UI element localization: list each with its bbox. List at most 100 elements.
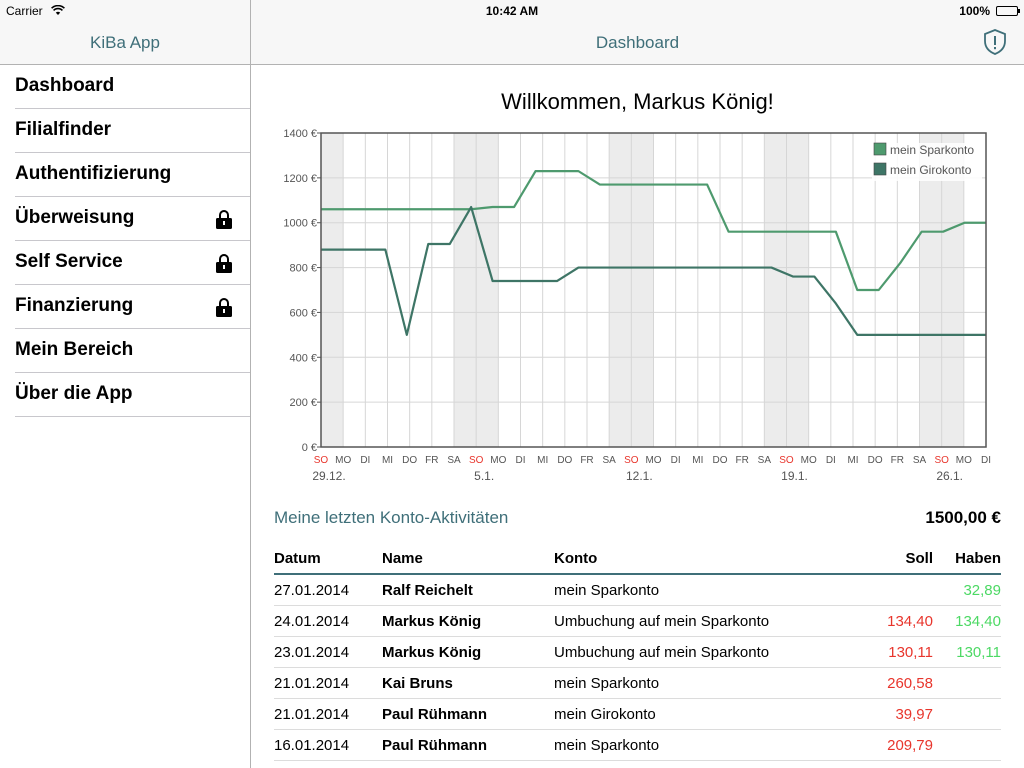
y-tick-label: 0 € — [302, 442, 317, 454]
balance-chart: 0 € 200 € 400 € 600 € 800 € 1000 € 1200 € 1400 … — [283, 128, 991, 483]
shield-alert-icon[interactable] — [982, 28, 1008, 56]
sidebar-item-label: Self Service — [15, 251, 123, 272]
x-date-label: 29.12. — [312, 469, 345, 483]
y-tick-label: 1000 € — [283, 218, 317, 230]
cell-name: Markus König — [382, 644, 482, 661]
sidebar-navbar: KiBa App — [0, 22, 250, 65]
x-day-label: SA — [447, 455, 461, 466]
sidebar-item-label: Authentifizierung — [15, 163, 172, 184]
x-day-label: DI — [516, 455, 526, 466]
x-day-label: MO — [335, 455, 351, 466]
y-tick-label: 1200 € — [283, 173, 317, 185]
cell-debit: 260,58 — [887, 675, 933, 692]
sidebar-item[interactable]: Überweisung — [15, 197, 250, 241]
column-header-credit[interactable]: Haben — [955, 550, 1001, 567]
table-row[interactable]: 21.01.2014 Kai Bruns mein Sparkonto 260,58 — [274, 668, 1001, 699]
x-day-label: DI — [826, 455, 836, 466]
x-day-label: DO — [402, 455, 417, 466]
legend-label: mein Sparkonto — [890, 143, 974, 157]
sidebar-item-label: Mein Bereich — [15, 339, 134, 360]
x-day-label: SO — [624, 455, 639, 466]
cell-debit: 209,79 — [887, 737, 933, 754]
cell-date: 24.01.2014 — [274, 613, 350, 630]
cell-account: mein Girokonto — [554, 706, 656, 723]
x-date-label: 5.1. — [474, 469, 494, 483]
column-header-date[interactable]: Datum — [274, 550, 321, 567]
x-day-label: FR — [735, 455, 748, 466]
cell-debit: 134,40 — [887, 613, 933, 630]
activities-title: Meine letzten Konto-Aktivitäten — [274, 508, 509, 527]
app-title: KiBa App — [90, 33, 160, 52]
y-tick-label: 800 € — [289, 263, 317, 275]
sidebar-item-label: Über die App — [15, 383, 133, 404]
x-day-label: MI — [692, 455, 703, 466]
x-day-label: SO — [314, 455, 329, 466]
cell-name: Ralf Reichelt — [382, 582, 473, 599]
cell-account: mein Sparkonto — [554, 582, 660, 599]
battery-percent: 100% — [959, 4, 990, 18]
activities-table: Datum Name Konto Soll Haben 27.01.2014 Ra… — [274, 543, 1001, 761]
column-header-debit[interactable]: Soll — [905, 550, 933, 567]
x-day-label: SA — [602, 455, 616, 466]
y-tick-label: 400 € — [289, 352, 317, 364]
table-row[interactable]: 27.01.2014 Ralf Reichelt mein Sparkonto 32,… — [274, 575, 1001, 606]
sidebar-item[interactable]: Dashboard — [15, 65, 250, 109]
sidebar-item[interactable]: Authentifizierung — [15, 153, 250, 197]
cell-credit: 130,11 — [956, 644, 1001, 661]
table-row[interactable]: 24.01.2014 Markus König Umbuchung auf mein… — [274, 606, 1001, 637]
cell-date: 23.01.2014 — [274, 644, 350, 661]
x-day-label: FR — [580, 455, 593, 466]
cell-name: Paul Rühmann — [382, 706, 488, 723]
table-row[interactable]: 16.01.2014 Paul Rühmann mein Sparkonto 209,… — [274, 730, 1001, 761]
x-day-label: MO — [645, 455, 661, 466]
cell-date: 21.01.2014 — [274, 706, 350, 723]
x-day-label: DI — [981, 455, 991, 466]
x-day-label: SA — [913, 455, 927, 466]
cell-name: Kai Bruns — [382, 675, 453, 692]
y-tick-label: 600 € — [289, 307, 317, 319]
x-day-label: MO — [490, 455, 506, 466]
battery-icon — [996, 6, 1020, 16]
sidebar-item[interactable]: Mein Bereich — [15, 329, 250, 373]
table-row[interactable]: 23.01.2014 Markus König Umbuchung auf mein… — [274, 637, 1001, 668]
x-day-label: DO — [713, 455, 728, 466]
column-header-name[interactable]: Name — [382, 550, 423, 567]
sidebar-item[interactable]: Finanzierung — [15, 285, 250, 329]
legend-swatch — [873, 162, 887, 176]
cell-date: 27.01.2014 — [274, 582, 350, 599]
x-day-label: SA — [758, 455, 772, 466]
clock: 10:42 AM — [485, 4, 539, 18]
x-day-label: SO — [469, 455, 484, 466]
sidebar-item[interactable]: Filialfinder — [15, 109, 250, 153]
sidebar-item-label: Überweisung — [15, 207, 135, 228]
cell-debit: 39,97 — [895, 706, 933, 723]
x-date-label: 19.1. — [781, 469, 808, 483]
x-day-label: FR — [891, 455, 904, 466]
x-day-label: DO — [868, 455, 883, 466]
cell-credit: 32,89 — [963, 582, 1001, 599]
lock-icon — [216, 254, 232, 273]
x-day-label: MO — [956, 455, 972, 466]
sidebar-item-label: Dashboard — [15, 75, 115, 96]
sidebar-item-label: Finanzierung — [15, 295, 134, 316]
cell-date: 16.01.2014 — [274, 737, 350, 754]
sidebar-item[interactable]: Self Service — [15, 241, 250, 285]
sidebar-menu: Dashboard Filialfinder Authentifizierung Üb… — [0, 65, 250, 417]
x-day-label: SO — [779, 455, 794, 466]
x-day-label: FR — [425, 455, 438, 466]
x-day-label: DI — [360, 455, 370, 466]
split-divider — [250, 0, 251, 768]
x-day-label: MI — [847, 455, 858, 466]
table-row[interactable]: 21.01.2014 Paul Rühmann mein Girokonto 39,9… — [274, 699, 1001, 730]
column-header-account[interactable]: Konto — [554, 550, 597, 567]
table-header: Datum Name Konto Soll Haben — [274, 543, 1001, 575]
legend-label: mein Girokonto — [890, 163, 972, 177]
sidebar-item[interactable]: Über die App — [15, 373, 250, 417]
cell-account: Umbuchung auf mein Sparkonto — [554, 613, 770, 630]
activities-total: 1500,00 € — [925, 508, 1001, 527]
welcome-heading: Willkommen, Markus König! — [501, 89, 774, 114]
cell-debit: 130,11 — [888, 644, 933, 661]
y-tick-label: 200 € — [289, 397, 317, 409]
cell-name: Paul Rühmann — [382, 737, 488, 754]
page-title: Dashboard — [595, 33, 680, 52]
